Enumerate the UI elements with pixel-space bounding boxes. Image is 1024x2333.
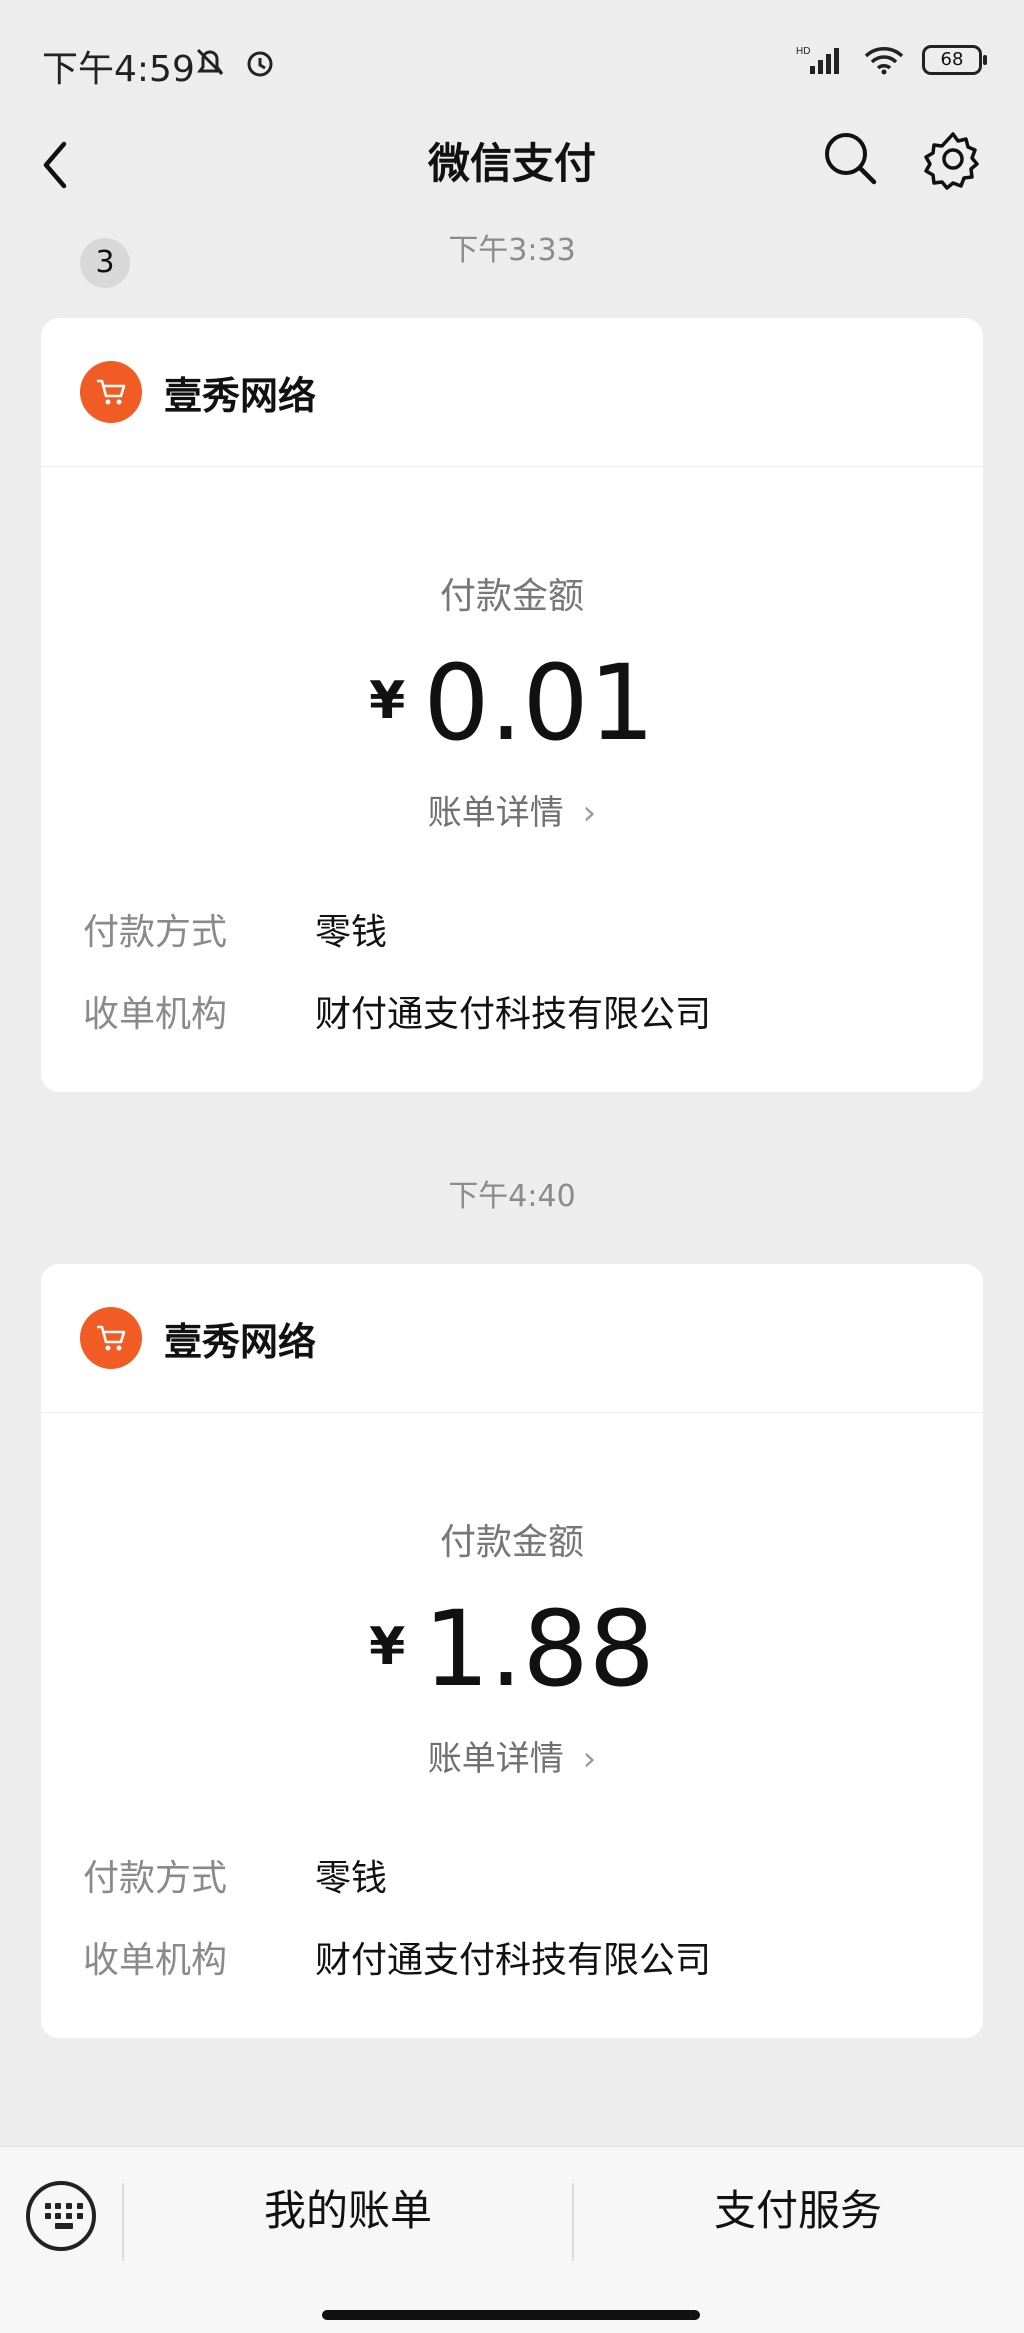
status-left-icons (192, 44, 278, 80)
bill-detail-label: 账单详情 (427, 793, 564, 833)
svg-text:HD: HD (796, 46, 810, 57)
row-value: 财付通支付科技有限公司 (315, 1940, 712, 1981)
row-value: 零钱 (315, 912, 388, 953)
card-body: 付款金额 ¥ 1.88 账单详情 › 付款方式 零钱 收单机构 财付通支付科技有… (41, 1413, 983, 2038)
bill-detail-label: 账单详情 (427, 1739, 564, 1779)
search-icon[interactable] (820, 128, 880, 188)
card-body: 付款金额 ¥ 0.01 账单详情 › 付款方式 零钱 收单机构 财付通支付科技有… (41, 467, 983, 1092)
nav-bar: 3 微信支付 (0, 110, 1024, 288)
currency-symbol: ¥ (369, 1617, 406, 1677)
bill-detail-link[interactable]: 账单详情 › (41, 785, 983, 834)
payment-method-row: 付款方式 零钱 (83, 1834, 983, 1916)
payment-method-row: 付款方式 零钱 (83, 888, 983, 970)
chevron-right-icon: › (582, 793, 597, 833)
row-value: 财付通支付科技有限公司 (315, 994, 712, 1035)
row-key: 付款方式 (83, 1858, 228, 1899)
alarm-icon (247, 51, 273, 77)
bill-detail-link[interactable]: 账单详情 › (41, 1731, 983, 1780)
payment-services-menu-item[interactable]: 支付服务 (648, 2177, 948, 2238)
row-key: 收单机构 (83, 1940, 228, 1981)
time-label: 下午3:33 (448, 233, 576, 268)
my-bills-menu-item[interactable]: 我的账单 (198, 2177, 498, 2238)
row-key: 付款方式 (83, 912, 228, 953)
home-indicator[interactable] (322, 2310, 700, 2320)
card-header[interactable]: 壹秀网络 (41, 1264, 983, 1413)
shopping-cart-icon (80, 361, 142, 423)
amount-label: 付款金额 (439, 576, 584, 617)
time-label: 下午4:40 (448, 1179, 576, 1214)
detail-rows: 付款方式 零钱 收单机构 财付通支付科技有限公司 (41, 1780, 983, 2038)
amount-label: 付款金额 (439, 1522, 584, 1563)
chevron-right-icon: › (582, 1739, 597, 1779)
card-header[interactable]: 壹秀网络 (41, 318, 983, 467)
wifi-icon (864, 47, 904, 75)
amount-value: 1.88 (423, 1588, 655, 1710)
message-list[interactable]: 下午3:33 壹秀网络 付款金额 ¥ 0.01 账单详情 › 付款方式 零钱 收… (0, 220, 1024, 2038)
merchant-name: 壹秀网络 (164, 373, 317, 418)
battery-indicator: 68 (922, 45, 987, 75)
status-time: 下午4:59 (42, 49, 195, 90)
menu-divider (572, 2183, 574, 2261)
payment-card[interactable]: 壹秀网络 付款金额 ¥ 1.88 账单详情 › 付款方式 零钱 收单机构 财付通… (41, 1264, 983, 2038)
status-bar: 下午4:59 HD 68 (0, 0, 1024, 120)
mute-bell-icon (196, 48, 224, 76)
detail-rows: 付款方式 零钱 收单机构 财付通支付科技有限公司 (41, 834, 983, 1092)
amount-value: 0.01 (423, 642, 655, 764)
amount-display: ¥ 1.88 (41, 1597, 983, 1701)
bottom-menu-bar: 我的账单 支付服务 (0, 2146, 1024, 2333)
row-value: 零钱 (315, 1858, 388, 1899)
amount-display: ¥ 0.01 (41, 651, 983, 755)
shopping-cart-icon (80, 1307, 142, 1369)
row-key: 收单机构 (83, 994, 228, 1035)
merchant-name: 壹秀网络 (164, 1319, 317, 1364)
signal-icon: HD (796, 46, 839, 74)
menu-divider (122, 2183, 124, 2261)
acquirer-row: 收单机构 财付通支付科技有限公司 (83, 1916, 983, 1998)
keyboard-toggle-icon[interactable] (26, 2181, 96, 2251)
status-right-icons: HD 68 (796, 44, 987, 76)
currency-symbol: ¥ (369, 671, 406, 731)
settings-gear-icon[interactable] (922, 128, 984, 190)
payment-card[interactable]: 壹秀网络 付款金额 ¥ 0.01 账单详情 › 付款方式 零钱 收单机构 财付通… (41, 318, 983, 1092)
acquirer-row: 收单机构 财付通支付科技有限公司 (83, 970, 983, 1052)
